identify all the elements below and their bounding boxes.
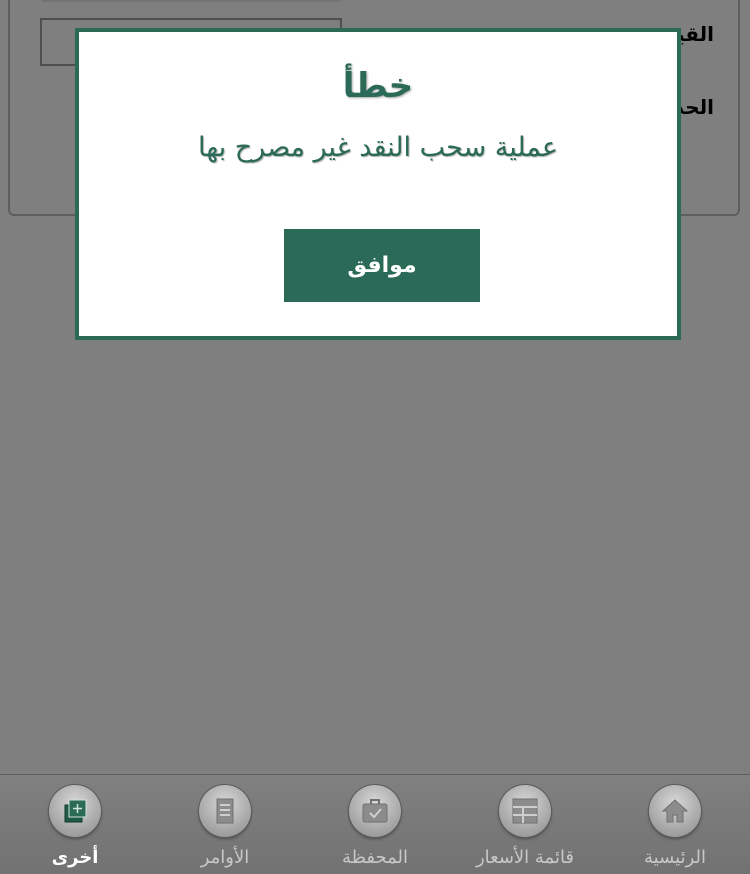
- tab-label: قائمة الأسعار: [475, 847, 575, 868]
- home-icon: [649, 785, 701, 837]
- orders-icon: [199, 785, 251, 837]
- price-list-icon: [499, 785, 551, 837]
- tab-portfolio[interactable]: المحفظة: [300, 775, 450, 874]
- tab-more[interactable]: أخرى: [0, 775, 150, 874]
- error-dialog: خطأ عملية سحب النقد غير مصرح بها موافق: [75, 28, 681, 340]
- tab-label: الأوامر: [200, 847, 250, 868]
- tab-home[interactable]: الرئيسية: [600, 775, 750, 874]
- tab-label: أخرى: [51, 847, 99, 868]
- tab-bar: الرئيسية قائمة الأسعار المحفظة الأوامر أ…: [0, 774, 750, 874]
- more-icon: [49, 785, 101, 837]
- tab-label: المحفظة: [341, 847, 409, 868]
- portfolio-icon: [349, 785, 401, 837]
- tab-label: الرئيسية: [644, 847, 706, 868]
- dialog-message: عملية سحب النقد غير مصرح بها: [197, 132, 559, 163]
- tab-orders[interactable]: الأوامر: [150, 775, 300, 874]
- dialog-title: خطأ: [342, 66, 414, 106]
- tab-price-list[interactable]: قائمة الأسعار: [450, 775, 600, 874]
- ok-button[interactable]: موافق: [284, 229, 480, 302]
